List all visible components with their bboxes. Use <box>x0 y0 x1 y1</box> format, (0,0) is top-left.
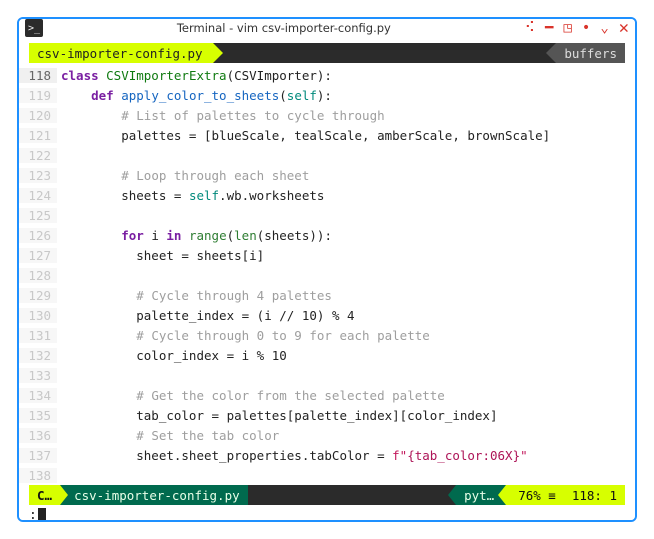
line-content: for i in range(len(sheets)): <box>57 228 332 243</box>
code-line[interactable]: 125 <box>19 205 635 225</box>
minimize-icon[interactable]: ━ <box>545 21 553 35</box>
line-content: sheets = self.wb.worksheets <box>57 188 324 203</box>
status-spacer <box>248 485 456 505</box>
code-line[interactable]: 121 palettes = [blueScale, tealScale, am… <box>19 125 635 145</box>
line-number: 138 <box>19 468 57 483</box>
line-number: 120 <box>19 108 57 123</box>
shade-icon[interactable]: ⌄ <box>600 21 608 35</box>
line-content: color_index = i % 10 <box>57 348 287 363</box>
line-content: # Cycle through 0 to 9 for each palette <box>57 328 430 343</box>
code-line[interactable]: 124 sheets = self.wb.worksheets <box>19 185 635 205</box>
code-line[interactable]: 138 <box>19 465 635 485</box>
line-content: sheet.sheet_properties.tabColor = f"{tab… <box>57 448 528 463</box>
line-number: 132 <box>19 348 57 363</box>
line-number: 135 <box>19 408 57 423</box>
line-number: 129 <box>19 288 57 303</box>
line-content: class CSVImporterExtra(CSVImporter): <box>57 68 332 83</box>
code-line[interactable]: 123 # Loop through each sheet <box>19 165 635 185</box>
line-content: # Loop through each sheet <box>57 168 309 183</box>
line-number: 130 <box>19 308 57 323</box>
status-filename: csv-importer-config.py <box>60 485 248 505</box>
line-number: 118 <box>19 68 57 83</box>
status-filename-text: csv-importer-config.py <box>74 488 240 503</box>
line-number: 123 <box>19 168 57 183</box>
status-percent-text: 76% ≡ <box>518 488 556 503</box>
terminal-icon: >_ <box>25 19 43 37</box>
code-line[interactable]: 135 tab_color = palettes[palette_index][… <box>19 405 635 425</box>
status-percent: 76% ≡ <box>506 485 564 505</box>
active-buffer-tab[interactable]: csv-importer-config.py <box>29 43 213 63</box>
code-line[interactable]: 132 color_index = i % 10 <box>19 345 635 365</box>
line-number: 119 <box>19 88 57 103</box>
active-buffer-label: csv-importer-config.py <box>37 46 203 61</box>
line-content: # Set the tab color <box>57 428 279 443</box>
status-mode: C… <box>29 485 60 505</box>
line-number: 133 <box>19 368 57 383</box>
buffers-label-text: buffers <box>564 46 617 61</box>
close-icon[interactable]: ✕ <box>619 20 629 37</box>
line-content: sheet = sheets[i] <box>57 248 264 263</box>
code-line[interactable]: 126 for i in range(len(sheets)): <box>19 225 635 245</box>
window-title: Terminal - vim csv-importer-config.py <box>49 21 519 35</box>
maximize-icon[interactable]: ◳ <box>563 21 571 35</box>
code-line[interactable]: 119 def apply_color_to_sheets(self): <box>19 85 635 105</box>
line-content: tab_color = palettes[palette_index][colo… <box>57 408 498 423</box>
status-position: 118: 1 <box>564 485 625 505</box>
status-mode-text: C… <box>37 488 52 503</box>
window-controls: ⠪ ━ ◳ • ⌄ ✕ <box>525 20 629 37</box>
code-line[interactable]: 134 # Get the color from the selected pa… <box>19 385 635 405</box>
line-number: 126 <box>19 228 57 243</box>
line-content: # List of palettes to cycle through <box>57 108 385 123</box>
status-position-text: 118: 1 <box>572 488 617 503</box>
code-line[interactable]: 127 sheet = sheets[i] <box>19 245 635 265</box>
status-filetype-text: pyt… <box>464 488 494 503</box>
window-control-dots-icon[interactable]: ⠪ <box>525 21 535 35</box>
terminal-body: csv-importer-config.py buffers 118class … <box>19 37 635 522</box>
code-line[interactable]: 136 # Set the tab color <box>19 425 635 445</box>
buffers-indicator[interactable]: buffers <box>556 43 625 63</box>
code-line[interactable]: 122 <box>19 145 635 165</box>
code-line[interactable]: 128 <box>19 265 635 285</box>
code-line[interactable]: 131 # Cycle through 0 to 9 for each pale… <box>19 325 635 345</box>
code-line[interactable]: 118class CSVImporterExtra(CSVImporter): <box>19 65 635 85</box>
dot-icon[interactable]: • <box>582 21 590 35</box>
statusline: C… csv-importer-config.py pyt… 76% ≡ 118… <box>29 485 625 505</box>
code-line[interactable]: 120 # List of palettes to cycle through <box>19 105 635 125</box>
line-number: 136 <box>19 428 57 443</box>
code-line[interactable]: 130 palette_index = (i // 10) % 4 <box>19 305 635 325</box>
line-number: 124 <box>19 188 57 203</box>
line-content: # Cycle through 4 palettes <box>57 288 332 303</box>
terminal-window: >_ Terminal - vim csv-importer-config.py… <box>17 17 637 522</box>
cmdline-prompt: : <box>29 508 37 523</box>
tabbar-spacer <box>213 43 557 63</box>
buffer-tabbar: csv-importer-config.py buffers <box>29 43 625 63</box>
command-line[interactable]: : <box>29 505 625 522</box>
line-number: 121 <box>19 128 57 143</box>
line-number: 131 <box>19 328 57 343</box>
line-number: 125 <box>19 208 57 223</box>
line-number: 128 <box>19 268 57 283</box>
line-content: def apply_color_to_sheets(self): <box>57 88 332 103</box>
titlebar[interactable]: >_ Terminal - vim csv-importer-config.py… <box>19 19 635 37</box>
line-content: palette_index = (i // 10) % 4 <box>57 308 355 323</box>
code-line[interactable]: 133 <box>19 365 635 385</box>
cursor-icon <box>38 508 46 523</box>
line-number: 137 <box>19 448 57 463</box>
code-line[interactable]: 129 # Cycle through 4 palettes <box>19 285 635 305</box>
line-number: 122 <box>19 148 57 163</box>
line-number: 127 <box>19 248 57 263</box>
code-line[interactable]: 137 sheet.sheet_properties.tabColor = f"… <box>19 445 635 465</box>
line-content: # Get the color from the selected palett… <box>57 388 445 403</box>
line-number: 134 <box>19 388 57 403</box>
line-content: palettes = [blueScale, tealScale, amberS… <box>57 128 550 143</box>
code-editor[interactable]: 118class CSVImporterExtra(CSVImporter):1… <box>19 65 635 485</box>
